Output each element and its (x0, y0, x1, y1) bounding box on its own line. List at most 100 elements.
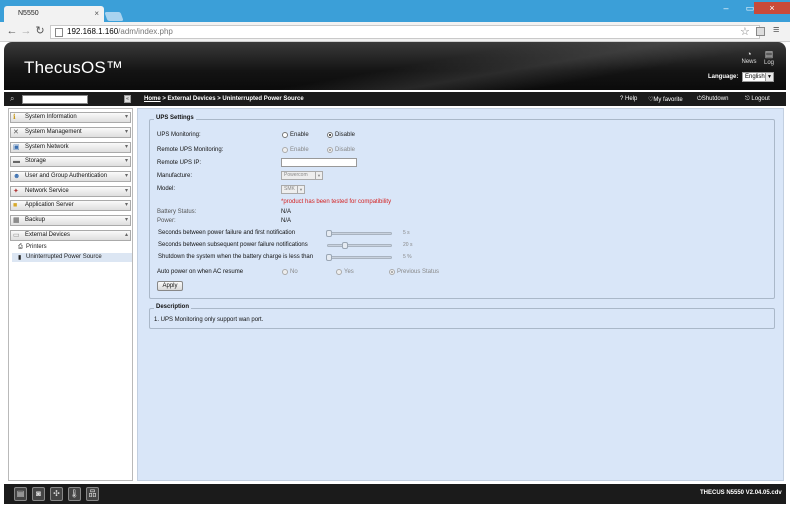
my-favorite-button[interactable]: ♡My favorite (648, 96, 683, 103)
logout-button[interactable]: ⎋ Logout (745, 96, 770, 103)
sidebar-item-system-management[interactable]: ✕ System Management ▾ (10, 127, 131, 138)
subsequent-notification-label: Seconds between subsequent power failure… (158, 242, 308, 248)
sidebar-item-label: User and Group Authentication (25, 173, 108, 179)
model-select[interactable]: SMK ▼ (281, 185, 305, 194)
sidebar-item-external-devices[interactable]: ▭ External Devices ▴ (10, 230, 131, 241)
backup-icon: ▦ (13, 217, 20, 224)
subsequent-notification-slider-handle[interactable] (342, 242, 348, 249)
breadcrumb: Home > External Devices > Uninterrupted … (144, 96, 304, 102)
search-icon: ⌕ (10, 94, 15, 103)
sidebar-sub-item-ups[interactable]: ▮ Uninterrupted Power Source (18, 254, 102, 261)
sidebar-item-system-network[interactable]: ▣ System Network ▾ (10, 142, 131, 153)
ups-settings-legend: UPS Settings (154, 115, 196, 121)
manufacture-label: Manufacture: (157, 173, 193, 179)
sidebar-item-label: System Management (25, 129, 82, 135)
chevron-down-icon: ▾ (124, 173, 128, 179)
ups-monitoring-enable-radio[interactable] (282, 132, 288, 138)
browser-tab[interactable]: N5550 × (4, 6, 104, 22)
manufacture-select[interactable]: Powercom ▼ (281, 171, 323, 180)
sidebar-sub-item-label: Uninterrupted Power Source (26, 254, 102, 260)
auto-power-previous-radio[interactable] (389, 269, 395, 275)
firmware-version: THECUS N5550 V2.04.05.cdv (700, 490, 782, 496)
sidebar-item-network-service[interactable]: ✦ Network Service ▾ (10, 186, 131, 197)
favorite-label: My favorite (653, 97, 683, 103)
remote-ip-input[interactable] (281, 158, 357, 167)
menu-icon[interactable]: ≡ (773, 24, 779, 36)
minimize-icon[interactable]: – (714, 2, 738, 14)
chevron-down-icon: ▼ (765, 73, 773, 81)
first-notification-label: Seconds between power failure and first … (158, 230, 296, 236)
log-button[interactable]: ▤ Log (761, 49, 777, 66)
sidebar-sub-item-label: Printers (26, 244, 47, 250)
auto-power-yes-radio[interactable] (336, 269, 342, 275)
network-service-icon: ✦ (13, 188, 19, 195)
chevron-down-icon: ▾ (124, 202, 128, 208)
ups-monitoring-disable-radio[interactable] (327, 132, 333, 138)
forward-icon[interactable]: → (20, 25, 32, 38)
battery-status-value: N/A (281, 209, 292, 215)
language-select[interactable]: English ▼ (742, 72, 774, 82)
power-label: Power: (157, 218, 176, 224)
breadcrumb-home-link[interactable]: Home (144, 96, 161, 102)
first-notification-slider-handle[interactable] (326, 230, 332, 237)
compatibility-note: *product has been tested for compatibili… (281, 199, 392, 205)
extension-icon[interactable] (756, 27, 765, 36)
ups-icon: ▮ (18, 255, 22, 261)
chevron-down-icon: ▾ (124, 144, 128, 150)
sidebar-item-label: Application Server (25, 202, 74, 208)
temperature-icon[interactable]: 🌡 (68, 487, 81, 501)
chevron-down-icon: ▾ (124, 114, 128, 120)
shutdown-label: Shutdown (701, 96, 729, 102)
chevron-down-icon: ▾ (124, 217, 128, 223)
close-tab-icon[interactable]: × (94, 9, 99, 18)
chevron-up-icon: ▴ (124, 232, 128, 238)
remote-monitoring-disable-radio[interactable] (327, 147, 333, 153)
ups-monitoring-enable-label: Enable (290, 132, 309, 138)
sidebar-item-backup[interactable]: ▦ Backup ▾ (10, 215, 131, 226)
news-label: News (741, 59, 757, 65)
sidebar-item-label: Storage (25, 158, 47, 164)
page-icon (55, 28, 63, 37)
apply-button[interactable]: Apply (157, 281, 183, 291)
shutdown-threshold-slider[interactable] (327, 256, 392, 259)
help-icon: ? (620, 96, 624, 102)
address-bar[interactable]: 192.168.1.160/adm/index.php (50, 25, 760, 39)
sidebar-item-user-group-auth[interactable]: ☻ User and Group Authentication ▾ (10, 171, 131, 182)
window-close-icon[interactable]: × (754, 2, 790, 14)
subsequent-notification-slider[interactable] (327, 244, 392, 247)
logout-label: Logout (751, 96, 770, 102)
power-value: N/A (281, 218, 292, 224)
remote-monitoring-enable-radio[interactable] (282, 147, 288, 153)
sidebar-item-application-server[interactable]: ■ Application Server ▾ (10, 200, 131, 211)
system-status-icon[interactable]: ▤ (14, 487, 27, 501)
network-status-icon[interactable]: 品 (86, 487, 99, 501)
chevron-down-icon: ▼ (315, 172, 322, 179)
bookmark-star-icon[interactable]: ☆ (740, 25, 750, 38)
collapse-sidebar-button[interactable]: « (124, 95, 131, 103)
auto-power-label: Auto power on when AC resume (157, 269, 244, 275)
sidebar-item-label: System Information (25, 114, 77, 120)
auto-power-no-radio[interactable] (282, 269, 288, 275)
news-button[interactable]: ◔ News (740, 49, 758, 65)
chevron-down-icon: ▾ (124, 158, 128, 164)
new-tab-button[interactable] (104, 12, 124, 21)
bottom-bar (4, 484, 786, 504)
chevron-down-icon: ▾ (124, 129, 128, 135)
sidebar-sub-item-printers[interactable]: ⎙ Printers (18, 244, 47, 250)
folder-icon: ■ (13, 202, 18, 209)
shutdown-threshold-slider-handle[interactable] (326, 254, 332, 261)
shutdown-button[interactable]: ⏻Shutdown (697, 96, 728, 103)
help-button[interactable]: ? Help (620, 96, 637, 102)
sidebar-item-system-information[interactable]: ℹ System Information ▾ (10, 112, 131, 123)
sidebar-item-storage[interactable]: ▬ Storage ▾ (10, 156, 131, 167)
reload-icon[interactable]: ↻ (34, 25, 46, 38)
back-icon[interactable]: ← (6, 25, 18, 38)
ups-monitoring-label: UPS Monitoring: (157, 132, 201, 138)
subsequent-notification-value: 20 s (403, 242, 413, 248)
disk-icon[interactable]: ◙ (32, 487, 45, 501)
first-notification-slider[interactable] (327, 232, 392, 235)
rss-icon: ◔ (746, 49, 752, 59)
battery-status-label: Battery Status: (157, 209, 197, 215)
fan-icon[interactable]: ✣ (50, 487, 63, 501)
menu-search-input[interactable] (22, 95, 88, 104)
